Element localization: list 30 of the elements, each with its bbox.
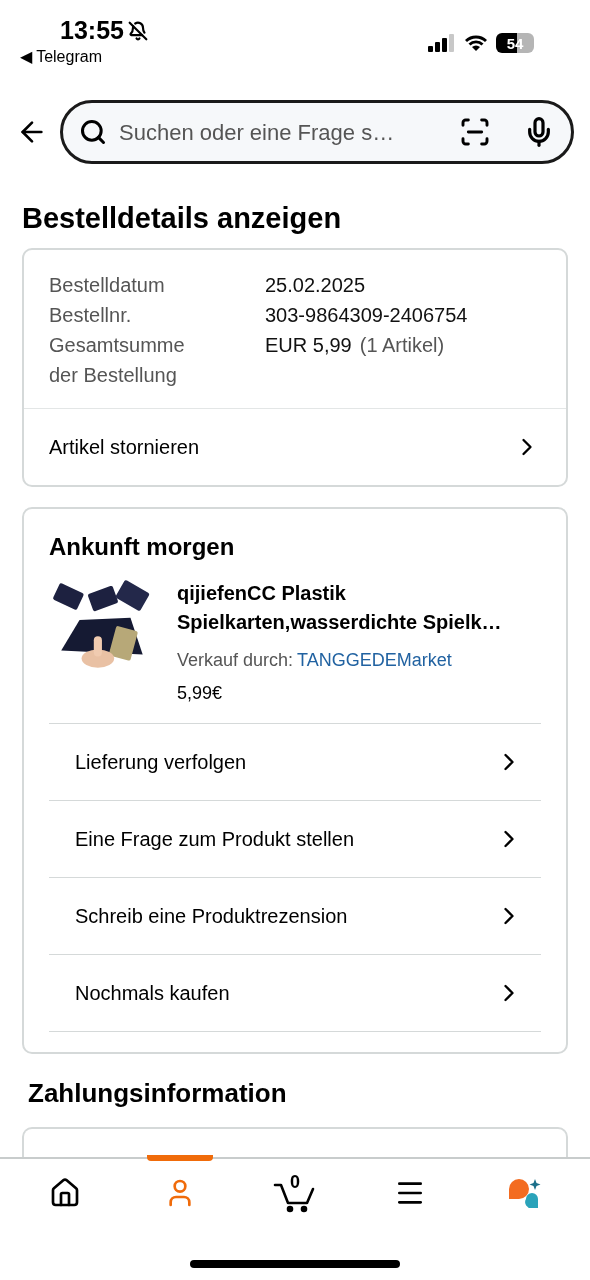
order-action-row[interactable]: Eine Frage zum Produkt stellen xyxy=(49,800,541,878)
search-icon xyxy=(79,118,107,146)
search-field[interactable]: Suchen oder eine Frage s… xyxy=(60,100,574,164)
bell-off-icon xyxy=(127,20,148,41)
product-title[interactable]: qijiefenCC Plastik Spielkarten,wasserdichte Spielk… xyxy=(177,579,547,638)
order-field-value: 25.02.2025 xyxy=(265,273,366,299)
product-price: 5,99€ xyxy=(177,682,224,706)
order-field-value: 303-9864309-2406754 xyxy=(265,303,468,329)
chat-bubbles-icon[interactable] xyxy=(507,1177,543,1209)
signal-icon xyxy=(428,34,456,52)
delivery-heading: Ankunft morgen xyxy=(49,532,236,563)
page-title: Bestelldetails anzeigen xyxy=(21,201,343,236)
seller-label: Verkauf durch: xyxy=(177,649,294,673)
item-count: (1 Artikel) xyxy=(359,333,445,359)
order-action-row[interactable]: Nochmals kaufen xyxy=(49,954,541,1032)
camera-scan-icon[interactable] xyxy=(459,116,491,148)
selected-tab-indicator xyxy=(147,1155,213,1161)
order-action-row[interactable]: Lieferung verfolgen xyxy=(49,723,541,801)
back-to-app-link[interactable]: ◀ Telegram xyxy=(20,45,148,69)
seller-link[interactable]: TANGGEDEMarket xyxy=(297,647,452,675)
cancel-items-row[interactable]: Artikel stornieren xyxy=(24,408,566,486)
home-icon[interactable] xyxy=(49,1177,81,1209)
order-field-label: Gesamtsumme der Bestellung xyxy=(49,333,186,389)
order-field-value: EUR 5,99 xyxy=(265,333,352,359)
clock-time: 13:55 xyxy=(60,18,124,43)
order-action-row[interactable]: Schreib eine Produktrezension xyxy=(49,877,541,955)
wifi-icon xyxy=(464,34,488,52)
section-heading: Zahlungsinformation xyxy=(27,1077,288,1111)
order-field-label: Bestelldatum xyxy=(49,273,166,299)
order-field-label: Bestellnr. xyxy=(49,303,133,329)
